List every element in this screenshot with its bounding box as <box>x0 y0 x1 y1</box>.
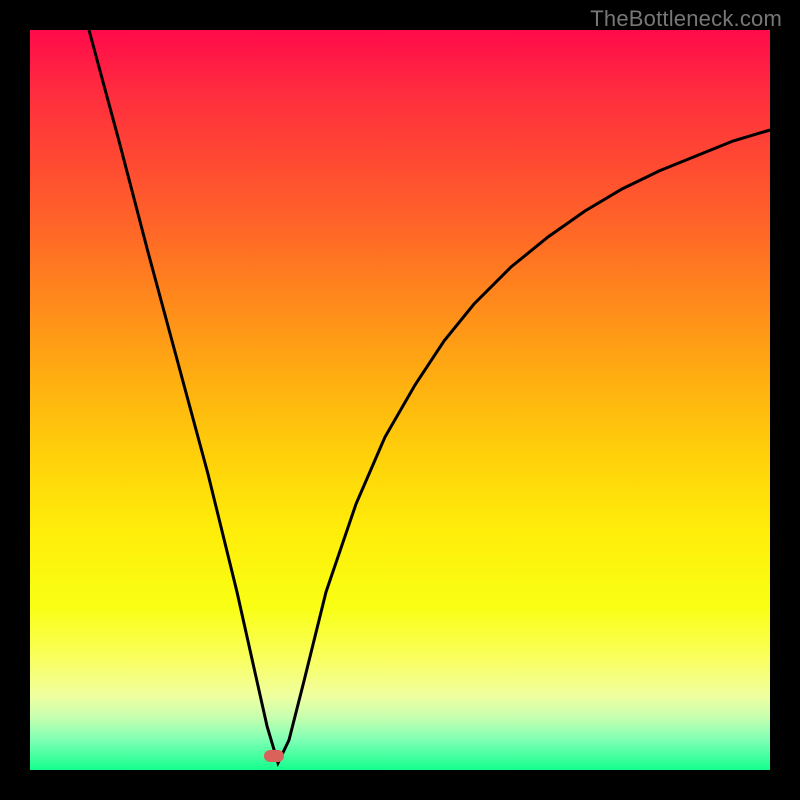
curve-svg <box>30 30 770 770</box>
optimal-marker <box>264 750 284 762</box>
watermark-text: TheBottleneck.com <box>590 6 782 32</box>
outer-frame: TheBottleneck.com <box>0 0 800 800</box>
plot-area <box>30 30 770 770</box>
bottleneck-curve <box>89 30 770 763</box>
